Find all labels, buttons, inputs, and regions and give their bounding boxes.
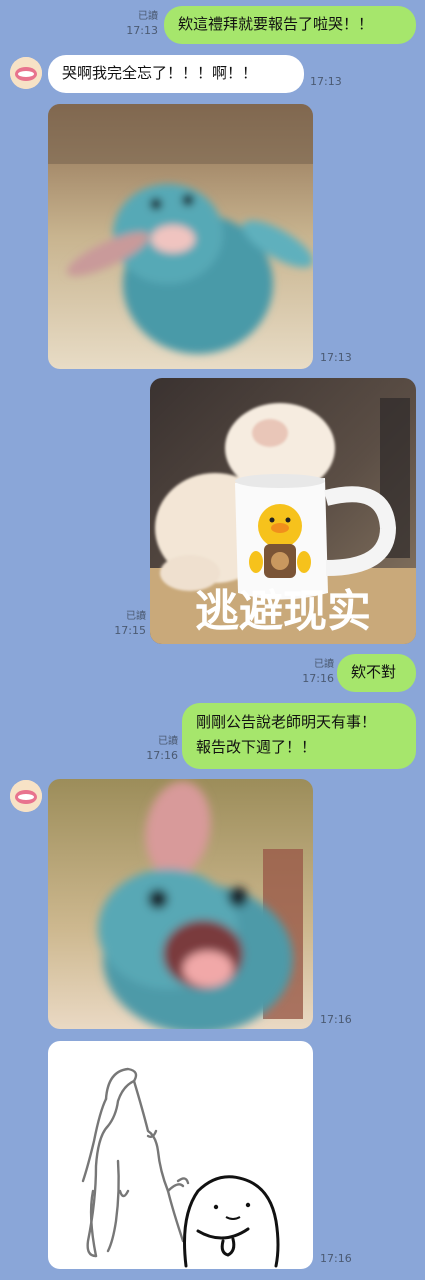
message-text: 欸不對	[351, 663, 397, 681]
contact-avatar[interactable]	[10, 57, 42, 89]
incoming-message-bubble[interactable]: 哭啊我完全忘了！！！啊！！	[48, 55, 304, 93]
message-meta: 已讀 17:15	[104, 610, 146, 638]
message-text-line: 剛剛公告說老師明天有事！	[196, 713, 377, 731]
message-text-line: 報告改下週了！！	[196, 738, 317, 756]
read-receipt: 已讀	[158, 736, 178, 747]
read-receipt: 已讀	[138, 11, 158, 22]
avatar-face-icon	[10, 780, 42, 812]
sticker-eye	[245, 1202, 251, 1208]
avatar-face-icon	[10, 57, 42, 89]
message-time: 17:13	[126, 24, 158, 37]
message-time: 17:15	[114, 624, 146, 637]
message-text: 欸這禮拜就要報告了啦哭！！	[178, 15, 374, 33]
incoming-image[interactable]	[48, 779, 313, 1029]
sticker-eye	[213, 1204, 219, 1210]
message-time: 17:16	[320, 1013, 352, 1026]
outgoing-message-bubble[interactable]: 欸不對	[337, 654, 416, 692]
message-meta: 已讀 17:13	[118, 10, 158, 38]
outgoing-message-bubble[interactable]: 欸這禮拜就要報告了啦哭！！	[164, 6, 416, 44]
message-text: 哭啊我完全忘了！！！啊！！	[62, 64, 258, 82]
read-receipt: 已讀	[314, 659, 334, 670]
chat-view[interactable]: 已讀 17:13 欸這禮拜就要報告了啦哭！！ 哭啊我完全忘了！！！啊！！ 17:…	[0, 0, 425, 1280]
contact-avatar[interactable]	[10, 780, 42, 812]
blue-creature-image	[48, 104, 313, 369]
outgoing-message-bubble[interactable]: 剛剛公告說老師明天有事！ 報告改下週了！！	[182, 703, 416, 769]
message-time: 17:16	[146, 749, 178, 762]
cat-in-mug-image: 逃避现实	[150, 378, 416, 644]
message-meta: 已讀 17:16	[296, 658, 334, 686]
message-time: 17:16	[320, 1252, 352, 1265]
doodle-sticker-image	[81, 1067, 280, 1268]
image-caption: 逃避现实	[195, 586, 371, 637]
message-time: 17:13	[320, 351, 352, 364]
message-meta: 已讀 17:16	[138, 735, 178, 763]
read-receipt: 已讀	[126, 611, 146, 622]
message-time: 17:16	[302, 672, 334, 685]
blue-creature-laughing-image	[48, 779, 313, 1029]
incoming-image[interactable]	[48, 104, 313, 369]
outgoing-image[interactable]: 逃避现实	[150, 378, 416, 644]
message-time: 17:13	[310, 75, 342, 88]
incoming-sticker[interactable]	[48, 1041, 313, 1269]
